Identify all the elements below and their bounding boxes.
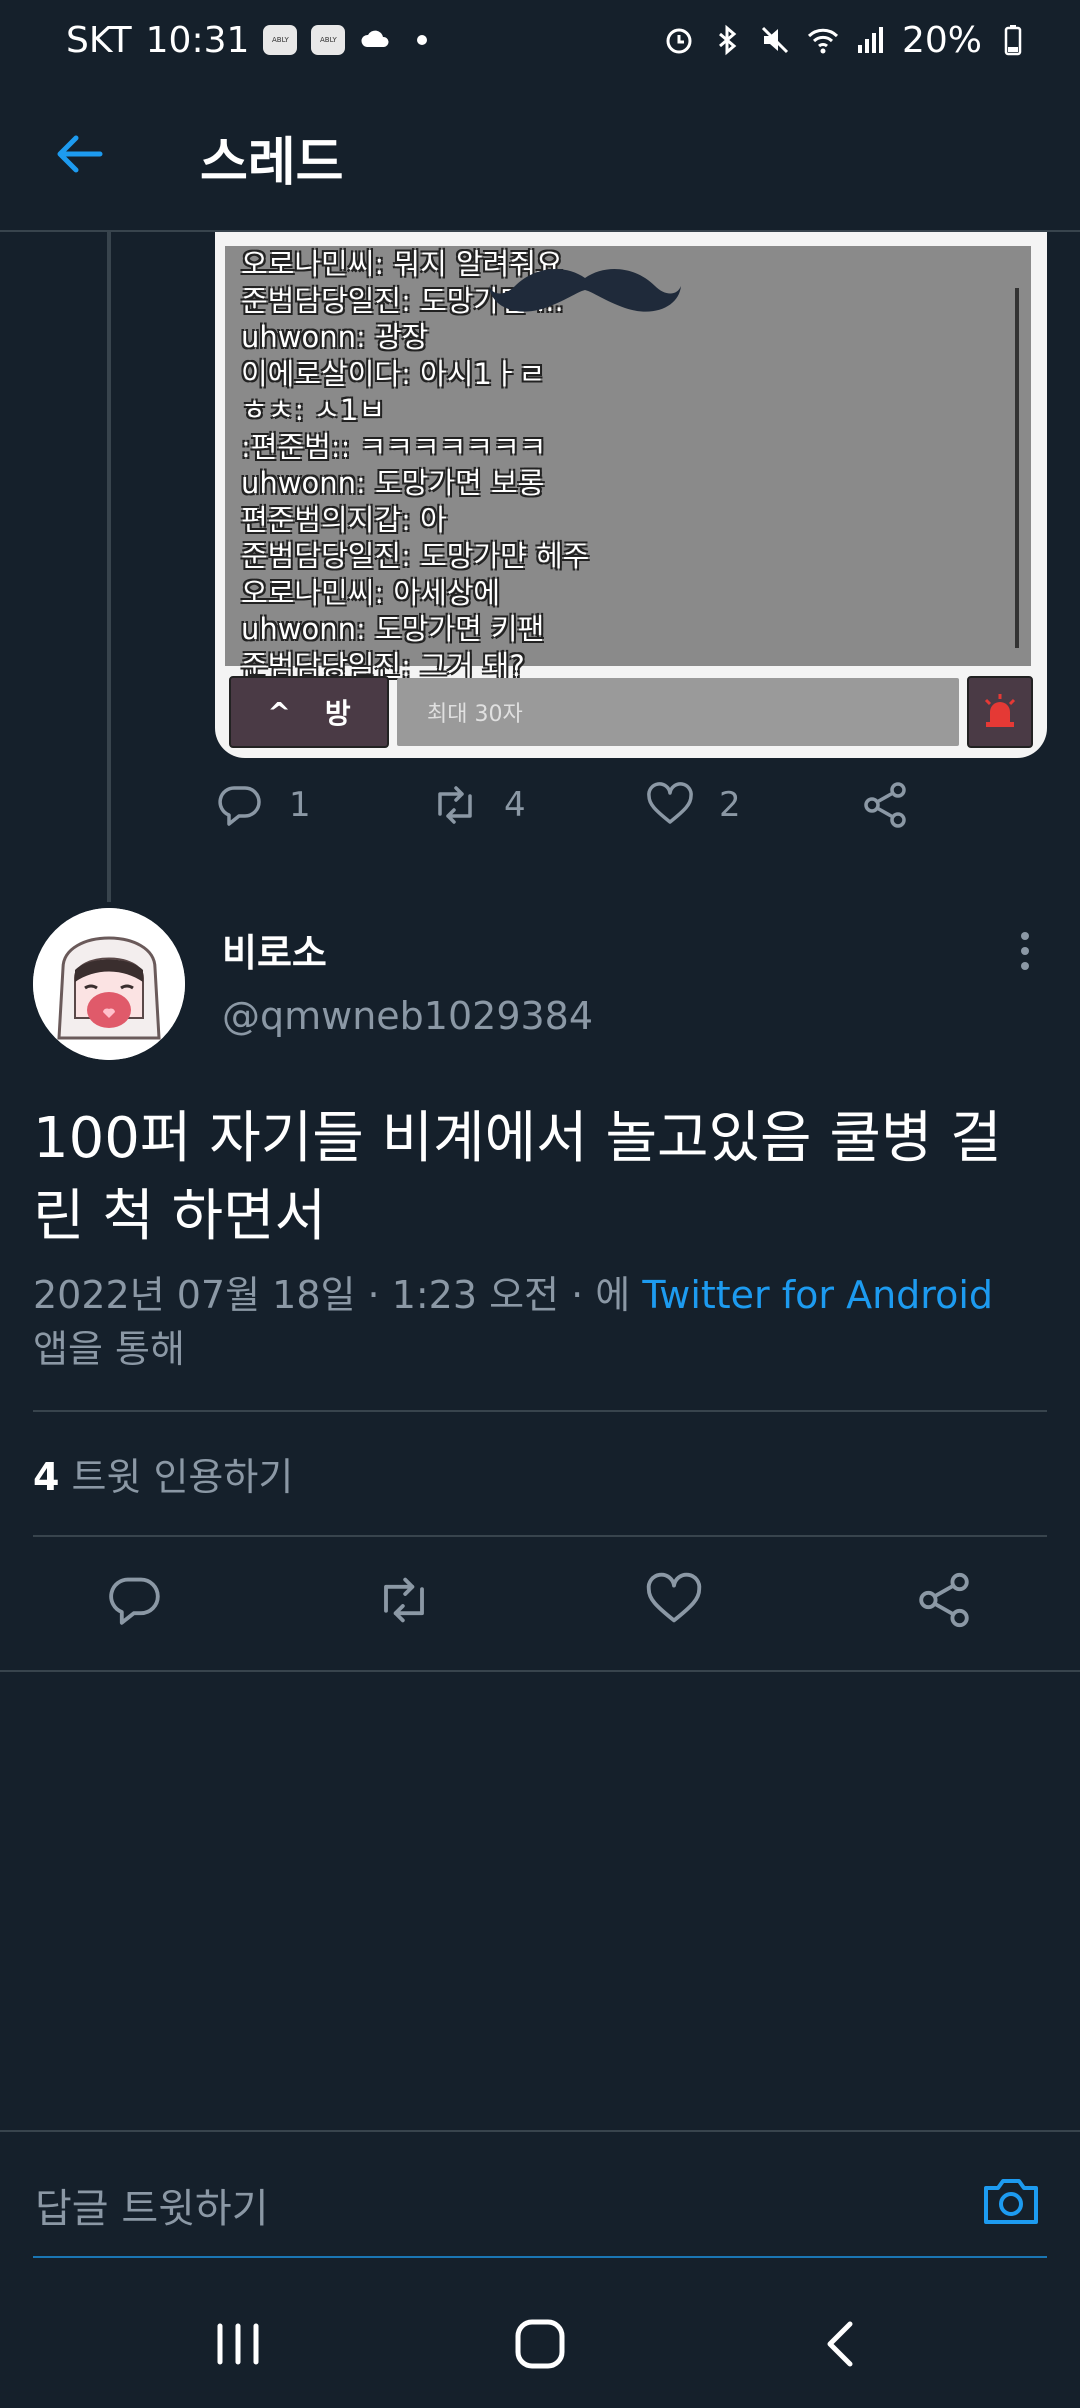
reply-icon[interactable] — [105, 1570, 165, 1630]
like-count: 2 — [719, 785, 741, 825]
carrier-label: SKT — [66, 19, 132, 61]
divider — [33, 1535, 1047, 1537]
chat-line: 준범담당일진: 도망가먄 헤주 — [241, 539, 590, 573]
reply-input-underline — [33, 2256, 1047, 2258]
tweet-media-image[interactable]: 오로나민씨: 뭐지 알려줘요 준범담당일진: 도망가면 ... uhwonn: … — [215, 232, 1047, 758]
retweet-icon[interactable] — [374, 1570, 434, 1630]
reply-action[interactable]: 1 — [215, 780, 311, 830]
chat-line: uhwonn: 도망가면 보롱 — [241, 466, 545, 500]
heart-icon[interactable] — [644, 1570, 704, 1630]
tweet-timestamp: 2022년 07월 18일 · 1:23 오전 · 에 — [33, 1273, 643, 1317]
ably-app-icon-2: ABLY — [311, 25, 346, 55]
share-icon[interactable] — [914, 1570, 974, 1630]
siren-icon — [984, 694, 1016, 727]
mute-icon — [761, 26, 789, 54]
back-arrow-icon[interactable] — [52, 126, 108, 182]
divider — [0, 1670, 1080, 1672]
tweet-meta: 2022년 07월 18일 · 1:23 오전 · 에 Twitter for … — [33, 1268, 1043, 1376]
retweet-action[interactable]: 4 — [430, 780, 526, 830]
display-name[interactable]: 비로소 — [222, 922, 327, 977]
chat-line: :편준범:: ㅋㅋㅋㅋㅋㅋㅋ — [241, 429, 547, 464]
previous-tweet-actions: 1 4 2 — [215, 780, 995, 850]
alarm-icon — [666, 28, 692, 54]
more-options-icon[interactable] — [1010, 926, 1040, 976]
tweet-source-suffix: 앱을 통해 — [33, 1327, 185, 1371]
tweet-action-bar — [0, 1570, 1080, 1640]
tweet-text: 100퍼 자기들 비계에서 놀고있음 쿨병 걸린 척 하면서 — [33, 1106, 1002, 1249]
chat-line: uhwonn: 도망가면 키팬 — [241, 612, 545, 646]
home-icon[interactable] — [510, 2314, 570, 2374]
quote-tweets-link[interactable]: 4 트윗 인용하기 — [33, 1446, 293, 1501]
chat-line: 편준범의지갑: 아 — [241, 502, 447, 537]
reply-count: 1 — [289, 785, 311, 825]
recent-apps-icon[interactable] — [208, 2314, 268, 2374]
avatar-illustration-icon — [33, 908, 185, 1060]
wifi-icon — [807, 28, 839, 54]
battery-icon — [1004, 25, 1022, 56]
bluetooth-icon — [719, 24, 737, 56]
ably-app-icon: ABLY — [263, 25, 298, 55]
system-nav-bar — [0, 2270, 1080, 2408]
system-back-icon[interactable] — [812, 2314, 872, 2374]
signal-icon — [857, 27, 883, 53]
cloud-icon — [361, 30, 389, 47]
avatar[interactable] — [33, 908, 185, 1060]
share-action[interactable] — [860, 780, 910, 830]
reply-icon — [218, 786, 261, 826]
siren-button — [967, 676, 1033, 748]
heart-icon — [647, 782, 693, 824]
retweet-count: 4 — [504, 785, 526, 825]
battery-percent: 20% — [901, 19, 982, 61]
thread-connector-line — [107, 232, 111, 902]
status-bar: SKT 10:31 ABLY ABLY 20% — [0, 0, 1080, 80]
quote-count: 4 — [33, 1455, 60, 1499]
retweet-icon — [438, 786, 472, 824]
chat-scrollbar — [1015, 288, 1019, 648]
room-arrow-icon: ^ — [267, 695, 291, 729]
clock-label: 10:31 — [145, 19, 250, 61]
reply-input[interactable]: 답글 트윗하기 — [35, 2176, 269, 2234]
status-right: 20% — [662, 20, 1030, 61]
chat-screenshot-panel: 오로나민씨: 뭐지 알려줘요 준범담당일진: 도망가면 ... uhwonn: … — [225, 246, 1031, 683]
notification-dot-icon — [417, 35, 428, 45]
app-header: 스레드 — [0, 80, 1080, 230]
chat-line: 오로나민씨: 아세상에 — [241, 575, 501, 610]
page-title: 스레드 — [200, 133, 344, 193]
share-icon — [864, 782, 906, 828]
like-action[interactable]: 2 — [645, 780, 741, 830]
camera-icon[interactable] — [980, 2170, 1042, 2232]
reply-bar-divider — [0, 2130, 1080, 2132]
room-button-label: 방 — [324, 697, 351, 730]
quote-label: 트윗 인용하기 — [71, 1455, 294, 1499]
chat-line: ㅎㅊ: ㅅ1ㅂ — [241, 393, 386, 427]
divider — [33, 1410, 1047, 1412]
chat-input-placeholder: 최대 30자 — [397, 678, 959, 746]
chat-input-bar: ^ 방 최대 30자 — [215, 666, 1047, 758]
room-button: ^ 방 — [229, 676, 389, 748]
tweet-source-link[interactable]: Twitter for Android — [642, 1273, 993, 1317]
status-left: SKT 10:31 ABLY ABLY — [66, 19, 428, 61]
mustache-sticker-icon — [489, 268, 681, 312]
chat-line: 이에로살이다: 아시1ㅏㄹ — [241, 356, 546, 391]
user-handle[interactable]: @qmwneb1029384 — [222, 994, 593, 1038]
